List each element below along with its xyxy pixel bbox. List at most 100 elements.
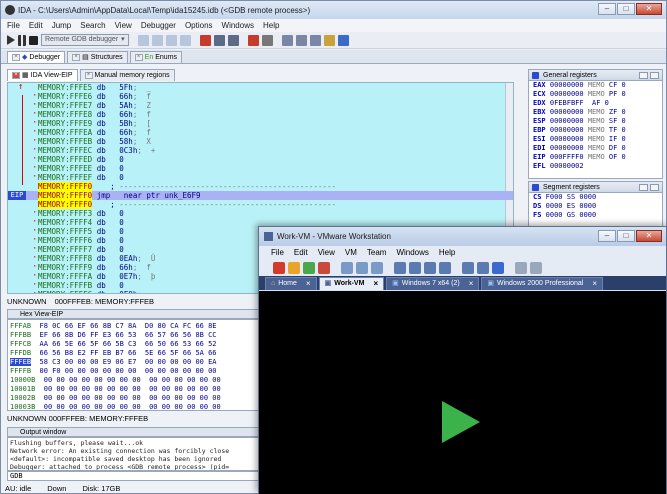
register-value[interactable]: 00000000 <box>550 81 584 89</box>
revert-snapshot-icon[interactable] <box>356 261 368 274</box>
vm-menu-team[interactable]: Team <box>367 248 387 257</box>
tab-enums[interactable]: × En Enums <box>129 51 183 63</box>
register-row[interactable]: EBX 00000000 MEMO ZF 0 <box>529 108 662 117</box>
vm-maximize-button[interactable]: □ <box>617 230 635 242</box>
hex-row[interactable]: 10003B 00 00 00 00 00 00 00 00 00 00 00 … <box>8 403 258 410</box>
flag-value[interactable]: OF 0 <box>609 153 626 161</box>
fit-guest-icon[interactable] <box>492 261 504 274</box>
hex-row[interactable]: 10002B 00 00 00 00 00 00 00 00 00 00 00 … <box>8 394 258 403</box>
hex-icon[interactable] <box>337 34 349 46</box>
vm-menu-edit[interactable]: Edit <box>294 248 308 257</box>
disasm-line[interactable]: · MEMORY:FFFED db 0 <box>8 155 513 165</box>
vm-tab-work-vm[interactable]: ▣ Work-VM × <box>318 277 385 290</box>
close-icon[interactable] <box>650 72 659 79</box>
register-value[interactable]: 00000000 <box>550 126 584 134</box>
gdb-command-input[interactable]: GDB <box>7 471 259 481</box>
play-icon[interactable] <box>7 35 15 45</box>
power-on-play-icon[interactable] <box>442 401 480 443</box>
hex-row[interactable]: 10000B 00 00 00 00 00 00 00 00 00 00 00 … <box>8 376 258 385</box>
disasm-line[interactable]: · MEMORY:FFFEE db 0 <box>8 164 513 174</box>
tab-ida-view-eip[interactable]: × ▦ IDA View-EIP <box>7 69 78 81</box>
register-value[interactable]: 00000002 <box>550 162 584 170</box>
menu-search[interactable]: Search <box>80 21 105 30</box>
vm-minimize-button[interactable]: – <box>598 230 616 242</box>
disasm-line[interactable]: · MEMORY:FFFEB db 58h; X <box>8 137 513 147</box>
restore-icon[interactable] <box>639 184 648 191</box>
close-icon[interactable]: × <box>373 278 378 290</box>
menu-help[interactable]: Help <box>263 21 279 30</box>
manage-snapshots-icon[interactable] <box>371 261 383 274</box>
close-icon[interactable]: × <box>592 278 597 290</box>
maximize-button[interactable]: □ <box>617 3 635 15</box>
close-icon[interactable]: × <box>469 278 474 290</box>
vm-close-button[interactable]: ✕ <box>636 230 662 242</box>
full-screen-icon[interactable] <box>462 261 474 274</box>
hex-row[interactable]: FFFAB F8 0C 66 EF 66 8B C7 8A D0 80 CA F… <box>8 322 258 331</box>
quick-switch-icon[interactable] <box>409 261 421 274</box>
close-icon[interactable] <box>650 184 659 191</box>
register-row[interactable]: EDX 0FEBFBFF AF 0 <box>529 99 662 108</box>
register-row[interactable]: EAX 00000000 MEMO CF 0 <box>529 81 662 90</box>
watch-icon[interactable] <box>261 34 273 46</box>
vm-menu-file[interactable]: File <box>271 248 284 257</box>
segment-value[interactable]: 0000 <box>546 211 563 219</box>
disasm-line[interactable]: · MEMORY:FFFEC db 0C3h; + <box>8 146 513 156</box>
tab-structures[interactable]: × ▤ Structures <box>67 51 128 63</box>
menu-jump[interactable]: Jump <box>52 21 72 30</box>
vm-tab-windows-7-x64[interactable]: ▣ Windows 7 x64 (2) × <box>386 277 480 290</box>
disasm-line[interactable]: · MEMORY:FFFEA db 66h; f <box>8 128 513 138</box>
disasm-line[interactable]: · MEMORY:FFFE9 db 5Bh; [ <box>8 119 513 129</box>
menu-debugger[interactable]: Debugger <box>141 21 176 30</box>
close-icon[interactable]: × <box>12 54 20 61</box>
register-row[interactable]: EDI 00000000 MEMO DF 0 <box>529 144 662 153</box>
flag-value[interactable]: TF 0 <box>609 126 626 134</box>
register-row[interactable]: ECX 00000000 MEMO PF 0 <box>529 90 662 99</box>
segment-row[interactable]: FS 0000 GS 0000 <box>529 211 662 220</box>
vm-menu-windows[interactable]: Windows <box>396 248 428 257</box>
menu-windows[interactable]: Windows <box>222 21 254 30</box>
register-value[interactable]: 0FEBFBFF <box>550 99 584 107</box>
segment-pair[interactable]: ES 0000 <box>567 202 597 210</box>
menu-view[interactable]: View <box>115 21 132 30</box>
vm-tab-home[interactable]: ⌂ Home × <box>265 277 317 290</box>
console-view-icon[interactable] <box>439 261 451 274</box>
stop-icon[interactable] <box>29 35 38 45</box>
snapshot-icon[interactable] <box>341 261 353 274</box>
hex-row[interactable]: FFFCB AA 66 5E 66 5F 66 5B C3 66 50 66 5… <box>8 340 258 349</box>
vm-menu-view[interactable]: View <box>318 248 335 257</box>
close-icon[interactable]: × <box>72 54 81 61</box>
disasm-line[interactable]: · MEMORY:FFFE7 db 5Ah; Z <box>8 101 513 111</box>
close-icon[interactable]: × <box>84 72 93 79</box>
register-row[interactable]: ESI 00000000 MEMO IF 0 <box>529 135 662 144</box>
register-value[interactable]: 000FFFF0 <box>550 153 584 161</box>
list-icon[interactable] <box>295 34 307 46</box>
breakpoint-icon[interactable] <box>199 34 211 46</box>
trace-icon[interactable] <box>247 34 259 46</box>
tab-debugger[interactable]: × ◆ Debugger <box>7 51 66 63</box>
flag-value[interactable]: ZF 0 <box>609 108 626 116</box>
close-icon[interactable]: × <box>12 72 20 79</box>
segment-pair[interactable]: SS 0000 <box>567 193 597 201</box>
disasm-line[interactable]: EIP MEMORY:FFFF0 jmp near ptr unk_E6F9 <box>8 191 513 200</box>
hex-row[interactable]: FFFEB 58 C3 00 00 00 E9 06 E7 00 00 00 0… <box>8 358 258 367</box>
disasm-line[interactable]: · MEMORY:FFFE6 db 66h; f <box>8 92 513 102</box>
minimize-button[interactable]: – <box>598 3 616 15</box>
hex-row[interactable]: FFFDB 66 56 B8 E2 FF EB B7 66 5E 66 5F 6… <box>8 349 258 358</box>
register-row[interactable]: EBP 00000000 MEMO TF 0 <box>529 126 662 135</box>
thumbnail-icon[interactable] <box>424 261 436 274</box>
menu-options[interactable]: Options <box>185 21 213 30</box>
run-to-icon[interactable] <box>165 34 177 46</box>
segment-value[interactable]: 0000 <box>546 202 563 210</box>
tab-manual-memory-regions[interactable]: × Manual memory regions <box>79 69 175 81</box>
disasm-line[interactable]: · MEMORY:FFFEF db 0 <box>8 173 513 183</box>
sidebar-icon[interactable] <box>394 261 406 274</box>
pause-icon[interactable] <box>18 34 26 46</box>
hex-row[interactable]: FFFBB EF 66 8B D6 FF E3 66 53 66 57 66 5… <box>8 331 258 340</box>
segment-row[interactable]: DS 0000 ES 0000 <box>529 202 662 211</box>
attach-icon[interactable] <box>213 34 225 46</box>
disasm-line[interactable]: MEMORY:FFFF0 ; -------------------------… <box>8 182 513 191</box>
register-value[interactable]: 00000000 <box>550 144 584 152</box>
flag-value[interactable]: CF 0 <box>609 81 626 89</box>
segment-value[interactable]: F000 <box>546 193 563 201</box>
disasm-line[interactable]: MEMORY:FFFF0 ; -------------------------… <box>8 200 513 209</box>
